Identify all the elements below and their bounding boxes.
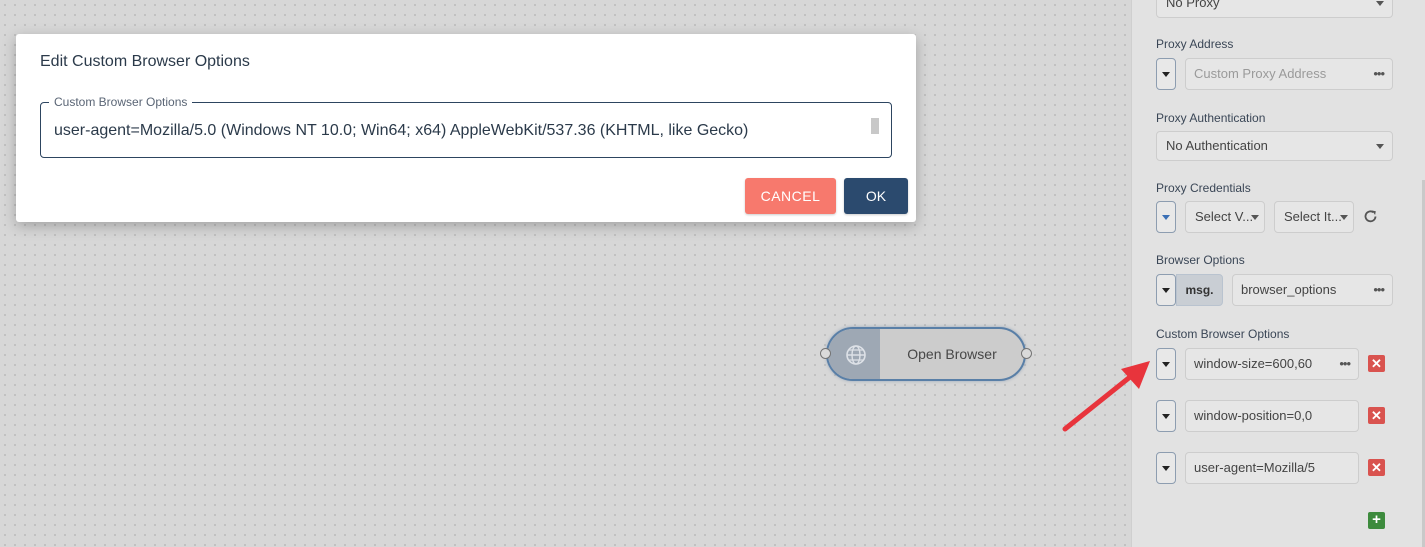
custom-option-value: window-position=0,0 <box>1194 408 1313 423</box>
delete-option-button[interactable]: ✕ <box>1368 459 1385 476</box>
chevron-down-icon <box>1251 215 1259 220</box>
more-icon[interactable]: ••• <box>1369 275 1385 305</box>
caret-down-icon <box>1162 414 1170 419</box>
custom-option-input[interactable]: user-agent=Mozilla/5 <box>1185 452 1359 484</box>
caret-down-icon <box>1162 215 1170 220</box>
dialog-title: Edit Custom Browser Options <box>40 53 250 70</box>
custom-options-label: Custom Browser Options <box>1156 327 1290 341</box>
custom-option-type-button[interactable] <box>1156 348 1176 380</box>
custom-option-input[interactable]: window-position=0,0 <box>1185 400 1359 432</box>
annotation-arrow-icon <box>1062 361 1150 432</box>
custom-option-value: user-agent=Mozilla/5 <box>1194 460 1316 475</box>
browser-options-label: Browser Options <box>1156 253 1245 267</box>
custom-options-input[interactable]: user-agent=Mozilla/5.0 (Windows NT 10.0;… <box>54 122 748 140</box>
proxy-address-label: Proxy Address <box>1156 37 1234 51</box>
custom-option-value: window-size=600,60 <box>1194 356 1313 371</box>
proxy-address-placeholder: Custom Proxy Address <box>1194 66 1327 81</box>
chevron-down-icon <box>1376 1 1384 6</box>
more-icon[interactable]: ••• <box>1335 349 1351 379</box>
custom-option-type-button[interactable] <box>1156 400 1176 432</box>
more-icon[interactable]: ••• <box>1369 59 1385 89</box>
delete-option-button[interactable]: ✕ <box>1368 407 1385 424</box>
ok-button[interactable]: OK <box>844 178 908 214</box>
field-legend: Custom Browser Options <box>49 95 193 109</box>
custom-options-field[interactable]: Custom Browser Options user-agent=Mozill… <box>40 95 892 158</box>
caret-down-icon <box>1162 288 1170 293</box>
caret-down-icon <box>1162 362 1170 367</box>
custom-option-type-button[interactable] <box>1156 452 1176 484</box>
proxy-address-type-button[interactable] <box>1156 58 1176 90</box>
add-option-button[interactable]: + <box>1368 512 1385 529</box>
proxy-auth-label: Proxy Authentication <box>1156 111 1266 125</box>
proxy-auth-select[interactable]: No Authentication <box>1156 131 1393 161</box>
msg-prefix-tag: msg. <box>1176 274 1223 306</box>
cancel-button[interactable]: CANCEL <box>745 178 836 214</box>
caret-down-icon <box>1162 466 1170 471</box>
custom-option-input[interactable]: window-size=600,60 ••• <box>1185 348 1359 380</box>
proxy-type-select[interactable]: No Proxy <box>1156 0 1393 18</box>
field-scrollbar[interactable] <box>871 118 879 134</box>
credentials-vault-select[interactable]: Select V... <box>1185 201 1265 233</box>
caret-down-icon <box>1162 72 1170 77</box>
browser-options-input[interactable]: browser_options ••• <box>1232 274 1393 306</box>
delete-option-button[interactable]: ✕ <box>1368 355 1385 372</box>
proxy-credentials-label: Proxy Credentials <box>1156 181 1251 195</box>
proxy-auth-value: No Authentication <box>1166 138 1268 153</box>
browser-options-type-button[interactable] <box>1156 274 1176 306</box>
edit-options-dialog: Edit Custom Browser Options Custom Brows… <box>16 34 916 222</box>
credentials-type-button[interactable] <box>1156 201 1176 233</box>
credentials-item-select[interactable]: Select It... <box>1274 201 1354 233</box>
proxy-type-value: No Proxy <box>1166 0 1220 10</box>
credentials-vault-value: Select V... <box>1195 209 1254 224</box>
chevron-down-icon <box>1340 215 1348 220</box>
chevron-down-icon <box>1376 144 1384 149</box>
refresh-icon[interactable] <box>1362 208 1379 225</box>
browser-options-value: browser_options <box>1241 282 1337 297</box>
proxy-address-input[interactable]: Custom Proxy Address ••• <box>1185 58 1393 90</box>
credentials-item-value: Select It... <box>1284 209 1342 224</box>
